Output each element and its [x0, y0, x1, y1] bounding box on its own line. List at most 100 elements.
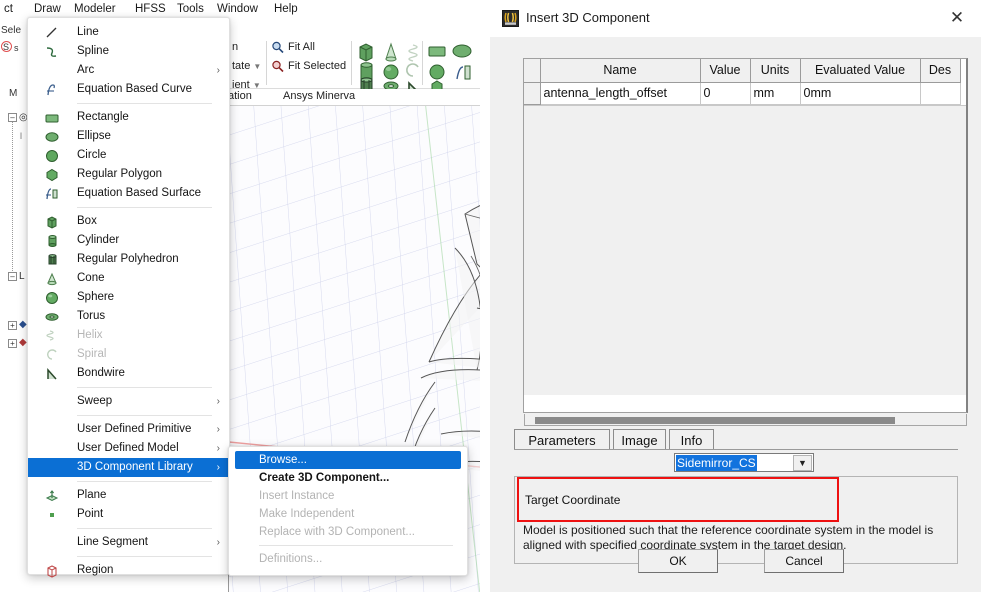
- cell-units[interactable]: mm: [750, 82, 801, 105]
- line-icon: [45, 26, 59, 40]
- target-coordinate-description: Model is positioned such that the refere…: [523, 523, 934, 552]
- ribbon-divider-3: [422, 41, 423, 85]
- menu-project[interactable]: ct: [2, 2, 15, 17]
- row-selector-header[interactable]: [524, 59, 541, 83]
- fit-selected-icon[interactable]: [271, 60, 284, 73]
- column-header-value[interactable]: Value: [700, 59, 751, 83]
- spiral-icon: [45, 348, 59, 362]
- menu-item-point[interactable]: Point: [28, 505, 229, 524]
- menu-item-line-segment[interactable]: Line Segment ›: [28, 533, 229, 552]
- 3d-component-library-submenu[interactable]: Browse... Create 3D Component... Insert …: [228, 446, 468, 576]
- menu-item-cone[interactable]: Cone: [28, 269, 229, 288]
- menu-item-box[interactable]: Box: [28, 212, 229, 231]
- target-coordinate-label: Target Coordinate: [525, 493, 621, 507]
- column-header-evaluated-value[interactable]: Evaluated Value: [800, 59, 921, 83]
- draw-dropdown-menu[interactable]: Line Spline Arc › Equation Based Curve R…: [27, 17, 230, 578]
- column-header-name[interactable]: Name: [540, 59, 701, 83]
- menu-item-ellipse[interactable]: Ellipse: [28, 127, 229, 146]
- menu-item-label: Arc: [77, 64, 95, 76]
- menu-item-user-defined-primitive[interactable]: User Defined Primitive ›: [28, 420, 229, 439]
- tree-expander-1[interactable]: –: [8, 113, 17, 122]
- cell-description[interactable]: [920, 82, 961, 105]
- menu-item-helix: Helix: [28, 326, 229, 345]
- fit-all-label[interactable]: Fit All: [288, 41, 315, 53]
- menu-item-label: Line Segment: [77, 536, 148, 548]
- menu-hfss[interactable]: HFSS: [133, 2, 168, 17]
- fit-selected-label[interactable]: Fit Selected: [288, 60, 346, 72]
- menu-item-label: User Defined Primitive: [77, 423, 192, 435]
- tab-info[interactable]: Info: [669, 429, 714, 450]
- submenu-item-insert-instance: Insert Instance: [229, 487, 467, 505]
- parameters-grid[interactable]: Name Value Units Evaluated Value Des ant…: [523, 58, 968, 413]
- menu-item-equation-based-curve[interactable]: Equation Based Curve: [28, 80, 229, 99]
- horizontal-scrollbar[interactable]: [524, 414, 967, 426]
- row-selector-cell[interactable]: [524, 82, 541, 105]
- menu-item-label: Sphere: [77, 291, 115, 303]
- spiral-icon: [406, 63, 419, 77]
- menu-item-regular-polygon[interactable]: Regular Polygon: [28, 165, 229, 184]
- menu-item-rectangle[interactable]: Rectangle: [28, 108, 229, 127]
- cell-name[interactable]: antenna_length_offset: [540, 82, 701, 105]
- tree-expander-4[interactable]: +: [8, 339, 17, 348]
- project-tree-panel[interactable]: Sele S s M – ◎ l – L + ◆ + ◆: [0, 19, 28, 592]
- menu-item-regular-polyhedron[interactable]: Regular Polyhedron: [28, 250, 229, 269]
- column-header-description[interactable]: Des: [920, 59, 961, 83]
- close-icon[interactable]: ✕: [940, 4, 974, 32]
- menu-item-sweep[interactable]: Sweep ›: [28, 392, 229, 411]
- tree-expander-2[interactable]: –: [8, 272, 17, 281]
- menu-item-equation-based-surface[interactable]: Equation Based Surface: [28, 184, 229, 203]
- spline-icon: [45, 45, 59, 59]
- menu-item-user-defined-model[interactable]: User Defined Model ›: [28, 439, 229, 458]
- menu-item-arc[interactable]: Arc ›: [28, 61, 229, 80]
- menu-item-label: Cone: [77, 272, 105, 284]
- menu-item-plane[interactable]: Plane: [28, 486, 229, 505]
- menu-item-region[interactable]: Region: [28, 561, 229, 580]
- chevron-down-icon[interactable]: ▼: [793, 455, 812, 471]
- menu-item-torus[interactable]: Torus: [28, 307, 229, 326]
- menu-item-spline[interactable]: Spline: [28, 42, 229, 61]
- menu-separator: [77, 207, 212, 208]
- menu-modeler[interactable]: Modeler: [72, 2, 118, 17]
- submenu-item-label: Make Independent: [259, 508, 355, 520]
- menu-help[interactable]: Help: [272, 2, 300, 17]
- tree-node-4[interactable]: ◆: [19, 337, 27, 348]
- fit-all-icon[interactable]: [271, 41, 284, 54]
- menu-item-bondwire[interactable]: Bondwire: [28, 364, 229, 383]
- submenu-item-browse[interactable]: Browse...: [235, 451, 461, 469]
- region-icon: [45, 564, 59, 578]
- menu-item-3d-component-library[interactable]: 3D Component Library ›: [28, 458, 229, 477]
- submenu-item-create-3d-component[interactable]: Create 3D Component...: [229, 469, 467, 487]
- submenu-item-label: Browse...: [259, 454, 307, 466]
- tab-image[interactable]: Image: [613, 429, 666, 450]
- surface-icon-group: [427, 41, 479, 94]
- cylinder-icon: [45, 234, 59, 248]
- circle-icon: [45, 149, 59, 163]
- menu-separator: [77, 415, 212, 416]
- menu-item-label: User Defined Model: [77, 442, 179, 454]
- tab-parameters[interactable]: Parameters: [514, 429, 610, 450]
- menu-item-label: Line: [77, 26, 99, 38]
- submenu-item-label: Create 3D Component...: [259, 472, 390, 484]
- scrollbar-thumb[interactable]: [535, 417, 895, 424]
- menu-window[interactable]: Window: [215, 2, 260, 17]
- target-coordinate-combobox[interactable]: Sidemirror_CS ▼: [674, 453, 814, 472]
- ok-button[interactable]: OK: [638, 549, 718, 573]
- cancel-button[interactable]: Cancel: [764, 549, 844, 573]
- cell-evaluated-value[interactable]: 0mm: [800, 82, 921, 105]
- column-header-units[interactable]: Units: [750, 59, 801, 83]
- menu-item-line[interactable]: Line: [28, 23, 229, 42]
- menu-item-sphere[interactable]: Sphere: [28, 288, 229, 307]
- table-row[interactable]: antenna_length_offset 0 mm 0mm: [524, 82, 961, 105]
- ribbon-tab-ansys-minerva[interactable]: Ansys Minerva: [283, 90, 355, 102]
- menu-item-circle[interactable]: Circle: [28, 146, 229, 165]
- menu-item-label: Regular Polyhedron: [77, 253, 179, 265]
- submenu-item-label: Replace with 3D Component...: [259, 526, 415, 538]
- ribbon-label-n: n: [232, 41, 239, 53]
- ribbon-tab-simulation[interactable]: ation: [228, 90, 252, 102]
- cell-value[interactable]: 0: [700, 82, 751, 105]
- tree-node-3[interactable]: ◆: [19, 319, 27, 330]
- menu-tools[interactable]: Tools: [175, 2, 206, 17]
- menu-draw[interactable]: Draw: [32, 2, 63, 17]
- menu-item-cylinder[interactable]: Cylinder: [28, 231, 229, 250]
- tree-expander-3[interactable]: +: [8, 321, 17, 330]
